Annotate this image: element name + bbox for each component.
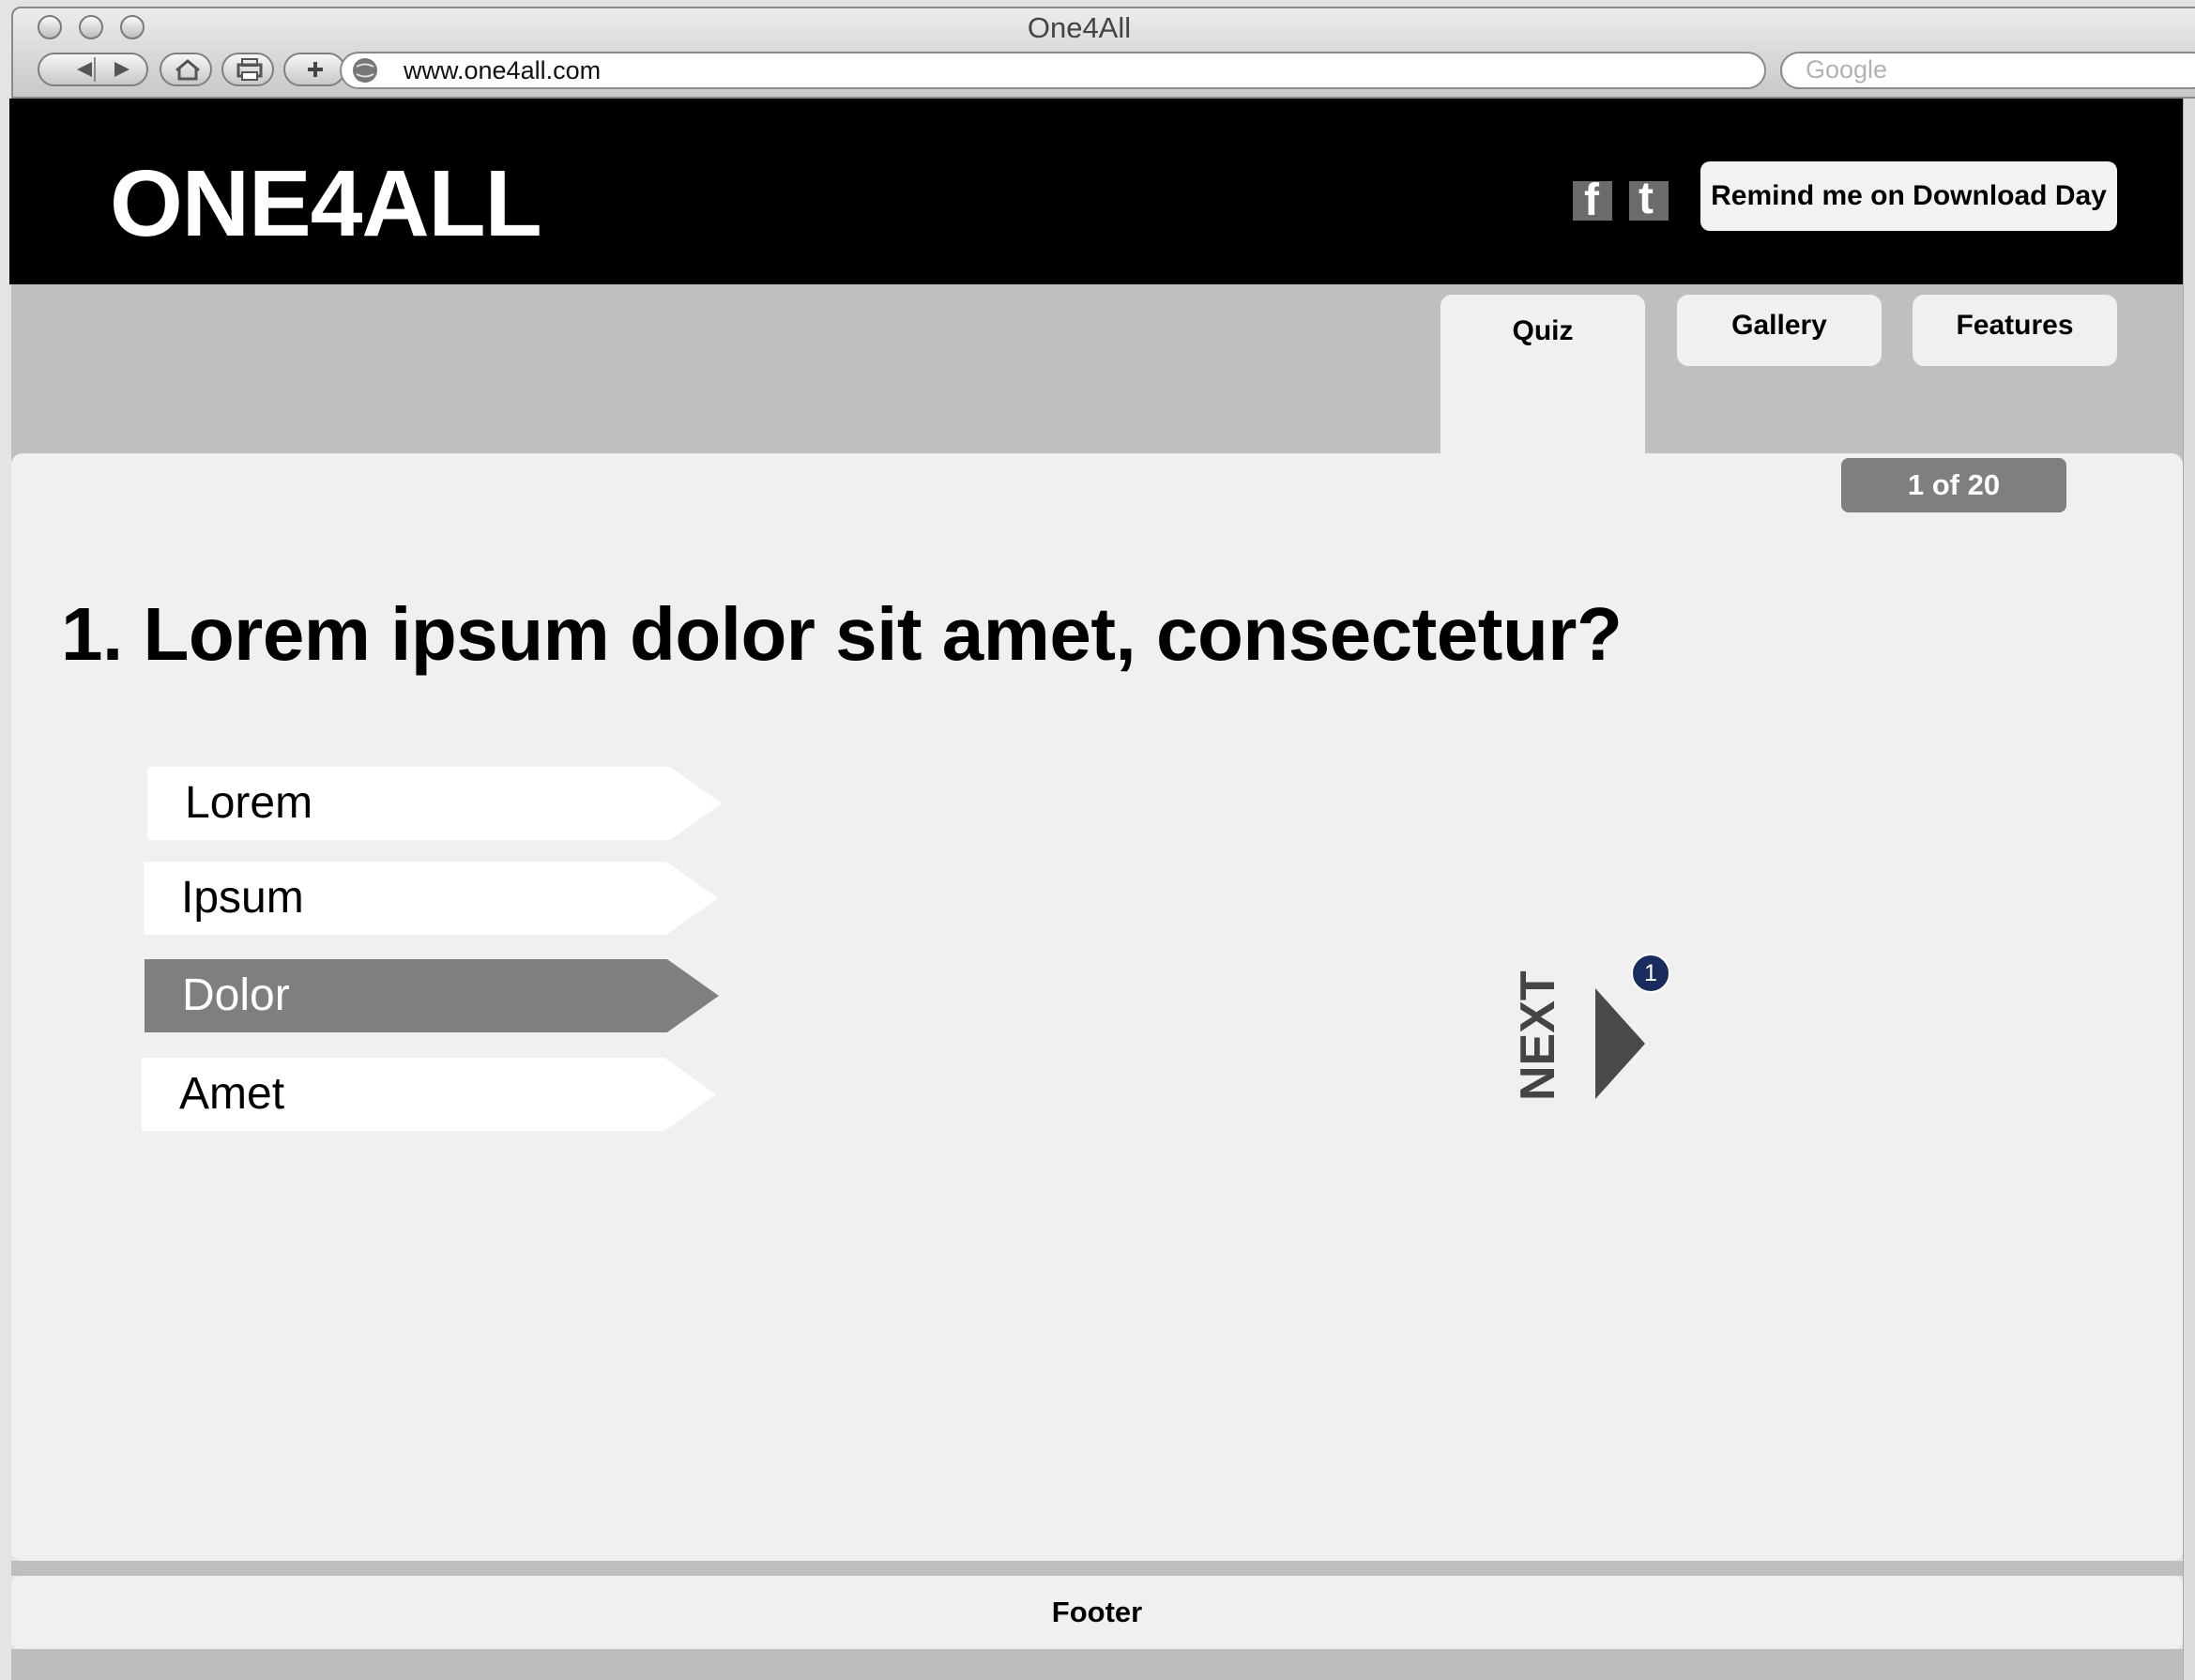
answer-option-lorem[interactable]: Lorem — [147, 767, 722, 840]
answer-label: Dolor — [182, 970, 290, 1020]
tab-quiz[interactable]: Quiz — [1440, 295, 1645, 482]
annotation-badge: 1 — [1631, 954, 1670, 993]
footer-separator — [11, 1561, 2183, 1576]
question-counter: 1 of 20 — [1841, 458, 2066, 512]
facebook-icon[interactable]: f — [1573, 176, 1612, 225]
window-title: One4All — [1027, 11, 1132, 44]
home-icon — [175, 59, 200, 81]
home-button[interactable] — [160, 53, 212, 86]
search-placeholder[interactable]: Google — [1806, 55, 1887, 84]
printer-icon — [236, 58, 263, 81]
answer-label: Amet — [179, 1069, 285, 1119]
answer-label: Lorem — [185, 778, 313, 828]
footer: Footer — [11, 1576, 2183, 1649]
print-button[interactable] — [221, 53, 274, 86]
facebook-glyph: f — [1584, 176, 1599, 225]
site-logo[interactable]: ONE4ALL — [110, 150, 542, 258]
remind-download-day-button[interactable]: Remind me on Download Day — [1700, 161, 2117, 231]
globe-icon — [353, 58, 377, 83]
plus-icon — [308, 62, 323, 77]
url-text[interactable]: www.one4all.com — [404, 56, 601, 85]
answer-option-ipsum[interactable]: Ipsum — [144, 862, 718, 935]
back-arrow-icon[interactable] — [77, 62, 92, 77]
back-forward-buttons[interactable] — [38, 53, 148, 86]
twitter-icon[interactable]: t — [1629, 176, 1669, 221]
forward-arrow-icon[interactable] — [114, 62, 130, 77]
twitter-glyph: t — [1639, 174, 1654, 223]
next-label[interactable]: NEXT — [1510, 970, 1566, 1101]
answer-option-dolor[interactable]: Dolor — [145, 959, 719, 1032]
add-bookmark-button[interactable] — [283, 53, 345, 86]
tab-gallery[interactable]: Gallery — [1677, 295, 1882, 366]
window-right-edge — [2183, 99, 2195, 1680]
tab-features[interactable]: Features — [1913, 295, 2117, 366]
browser-status-bar — [11, 1649, 2183, 1680]
question-text: 1. Lorem ipsum dolor sit amet, consectet… — [61, 592, 1623, 676]
answer-label: Ipsum — [181, 873, 304, 923]
answer-option-amet[interactable]: Amet — [142, 1058, 716, 1131]
